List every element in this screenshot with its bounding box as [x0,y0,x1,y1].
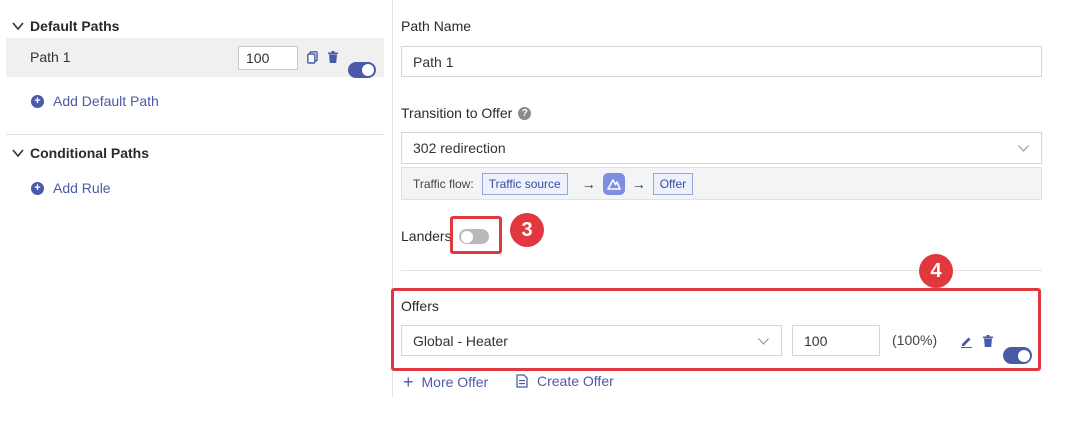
chevron-down-icon [12,149,24,158]
help-icon[interactable]: ? [518,106,532,120]
path-name: Path 1 [30,49,71,65]
create-offer-link[interactable]: Create Offer [516,373,614,389]
arrow-right-icon: → [581,175,596,192]
path-weight-input[interactable]: 100 [238,46,298,70]
chevron-down-icon [12,22,24,31]
traffic-source-chip: Traffic source [481,172,568,195]
transition-label-wrap: Transition to Offer ? [401,105,532,121]
path-name-label: Path Name [401,18,472,34]
offer-percent: (100%) [892,332,938,348]
chevron-down-icon [758,338,769,345]
arrow-right-icon: → [631,175,646,192]
offer-weight-input[interactable]: 100 [792,325,880,356]
divider [6,134,384,135]
offer-chip: Offer [652,172,694,195]
default-paths-header[interactable]: Default Paths [12,18,119,34]
more-offer-link[interactable]: + More Offer [403,373,488,391]
add-default-path-link[interactable]: + Add Default Path [31,93,159,109]
offer-select[interactable]: Global - Heater [401,325,782,356]
toggle-knob [1018,349,1030,362]
path-row[interactable]: Path 1 100 [6,38,384,78]
edit-icon[interactable] [960,334,973,348]
add-rule-label: Add Rule [53,180,111,196]
landers-toggle[interactable] [459,229,489,244]
create-offer-label: Create Offer [537,373,614,389]
landers-label: Landers [401,228,452,244]
traffic-flow-label: Traffic flow: [413,176,474,191]
trash-icon[interactable] [982,334,994,348]
transition-label: Transition to Offer [401,105,513,121]
path-name-input[interactable]: Path 1 [401,46,1042,77]
add-default-path-label: Add Default Path [53,93,159,109]
trash-icon[interactable] [327,50,338,64]
transition-select[interactable]: 302 redirection [401,132,1042,164]
document-icon [516,374,528,388]
conditional-paths-header[interactable]: Conditional Paths [12,145,149,161]
callout-badge-3: 3 [510,213,544,247]
toggle-knob [461,230,473,243]
plus-circle-icon: + [31,94,44,108]
add-rule-link[interactable]: + Add Rule [31,180,111,196]
transition-select-value: 302 redirection [413,140,506,156]
path-enabled-toggle[interactable] [348,61,376,78]
plus-circle-icon: + [31,181,44,195]
conditional-paths-title: Conditional Paths [30,145,149,161]
offer-select-value: Global - Heater [413,332,508,349]
offer-enabled-toggle[interactable] [1003,347,1032,364]
tracker-logo-icon [602,172,625,195]
more-offer-label: More Offer [421,374,489,390]
toggle-knob [362,63,374,76]
traffic-flow-bar: Traffic flow: Traffic source → → Offer [401,167,1042,200]
callout-badge-4: 4 [919,254,953,288]
copy-icon[interactable] [306,50,318,64]
offers-label: Offers [401,298,439,314]
chevron-down-icon [1018,145,1029,152]
plus-icon: + [403,372,414,392]
default-paths-title: Default Paths [30,18,120,34]
